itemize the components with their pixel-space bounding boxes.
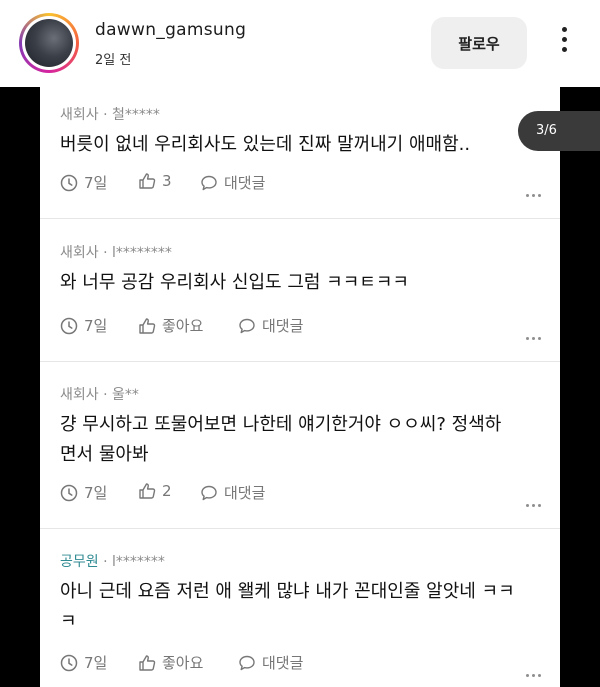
avatar[interactable] bbox=[19, 13, 79, 73]
comment-text: 걍 무시하고 또물어보면 나한테 얘기한거야 ㅇㅇ씨? 정색하 면서 물아봐 bbox=[60, 410, 545, 470]
clock-icon bbox=[60, 654, 78, 671]
comment-text: 와 너무 공감 우리회사 신입도 그럼 ㅋㅋㅌㅋㅋ bbox=[60, 268, 545, 298]
comment-meta: 새회사 · 울** bbox=[60, 384, 139, 404]
like-button[interactable]: 좋아요 bbox=[138, 652, 203, 673]
company-label: 새회사 bbox=[60, 245, 99, 261]
like-button[interactable]: 3 bbox=[138, 172, 172, 190]
chat-bubble-icon bbox=[201, 175, 217, 190]
post-header: dawwn_gamsung 2일 전 팔로우 bbox=[0, 0, 600, 87]
comment-item: 공무원 · l******* 아니 근데 요즘 저런 애 왤케 많냐 내가 꼰대… bbox=[40, 529, 560, 687]
comment-text-line: ㅋ bbox=[60, 611, 77, 632]
comment-text-line: 걍 무시하고 또물어보면 나한테 얘기한거야 ㅇㅇ씨? 정색하 bbox=[60, 414, 502, 435]
comment-text-line: 버릇이 없네 우리회사도 있는데 진짜 말꺼내기 애매함.. bbox=[60, 134, 471, 155]
comment-text: 버릇이 없네 우리회사도 있는데 진짜 말꺼내기 애매함.. bbox=[60, 130, 545, 160]
follow-button[interactable]: 팔로우 bbox=[431, 17, 527, 69]
reply-button[interactable]: 대댓글 bbox=[238, 315, 303, 336]
comment-item: 새회사 · l******** 와 너무 공감 우리회사 신입도 그럼 ㅋㅋㅌㅋ… bbox=[40, 219, 560, 361]
thumbs-up-icon bbox=[139, 173, 156, 189]
comments-card: 새회사 · 철***** 버릇이 없네 우리회사도 있는데 진짜 말꺼내기 애매… bbox=[40, 87, 560, 687]
comment-meta: 새회사 · 철***** bbox=[60, 104, 160, 124]
time-item: 7일 bbox=[60, 315, 107, 336]
clock-icon bbox=[60, 317, 78, 334]
avatar-image bbox=[25, 19, 73, 67]
thumbs-up-icon bbox=[139, 654, 156, 671]
comment-text-line: 아니 근데 요즘 저런 애 왤케 많냐 내가 꼰대인줄 알앗네 ㅋㅋ bbox=[60, 581, 515, 602]
comment-meta: 공무원 · l******* bbox=[60, 551, 165, 571]
reply-button[interactable]: 대댓글 bbox=[200, 482, 265, 503]
more-options-icon[interactable] bbox=[556, 27, 572, 59]
comment-item: 새회사 · 울** 걍 무시하고 또물어보면 나한테 얘기한거야 ㅇㅇ씨? 정색… bbox=[40, 362, 560, 528]
like-button[interactable]: 2 bbox=[138, 482, 172, 500]
comment-text: 아니 근데 요즘 저런 애 왤케 많냐 내가 꼰대인줄 알앗네 ㅋㅋ ㅋ bbox=[60, 577, 545, 637]
reply-button[interactable]: 대댓글 bbox=[238, 652, 303, 673]
chat-bubble-icon bbox=[239, 318, 255, 333]
post-time: 2일 전 bbox=[95, 53, 132, 68]
comment-more-icon[interactable] bbox=[526, 182, 544, 197]
time-item: 7일 bbox=[60, 652, 107, 673]
comment-item: 새회사 · 철***** 버릇이 없네 우리회사도 있는데 진짜 말꺼내기 애매… bbox=[40, 87, 560, 218]
time-item: 7일 bbox=[60, 482, 107, 503]
company-label: 새회사 bbox=[60, 107, 99, 123]
clock-icon bbox=[60, 484, 78, 501]
chat-bubble-icon bbox=[239, 655, 255, 670]
comment-more-icon[interactable] bbox=[526, 492, 544, 507]
comment-meta: 새회사 · l******** bbox=[60, 242, 172, 262]
clock-icon bbox=[60, 174, 78, 191]
author-label: · l******* bbox=[103, 554, 165, 570]
comment-text-line: 와 너무 공감 우리회사 신입도 그럼 ㅋㅋㅌㅋㅋ bbox=[60, 272, 409, 293]
company-label: 새회사 bbox=[60, 387, 99, 403]
chat-bubble-icon bbox=[201, 485, 217, 500]
company-label: 공무원 bbox=[60, 554, 99, 570]
comment-more-icon[interactable] bbox=[526, 662, 544, 677]
thumbs-up-icon bbox=[139, 317, 156, 334]
comment-text-line: 면서 물아봐 bbox=[60, 444, 149, 465]
author-label: · 철***** bbox=[103, 107, 160, 123]
page-indicator: 3/6 bbox=[518, 111, 600, 151]
time-item: 7일 bbox=[60, 172, 107, 193]
thumbs-up-icon bbox=[139, 483, 156, 499]
author-label: · 울** bbox=[103, 387, 139, 403]
comment-more-icon[interactable] bbox=[526, 325, 544, 340]
reply-button[interactable]: 대댓글 bbox=[200, 172, 265, 193]
author-label: · l******** bbox=[103, 245, 172, 261]
username[interactable]: dawwn_gamsung bbox=[95, 20, 246, 40]
like-button[interactable]: 좋아요 bbox=[138, 315, 203, 336]
